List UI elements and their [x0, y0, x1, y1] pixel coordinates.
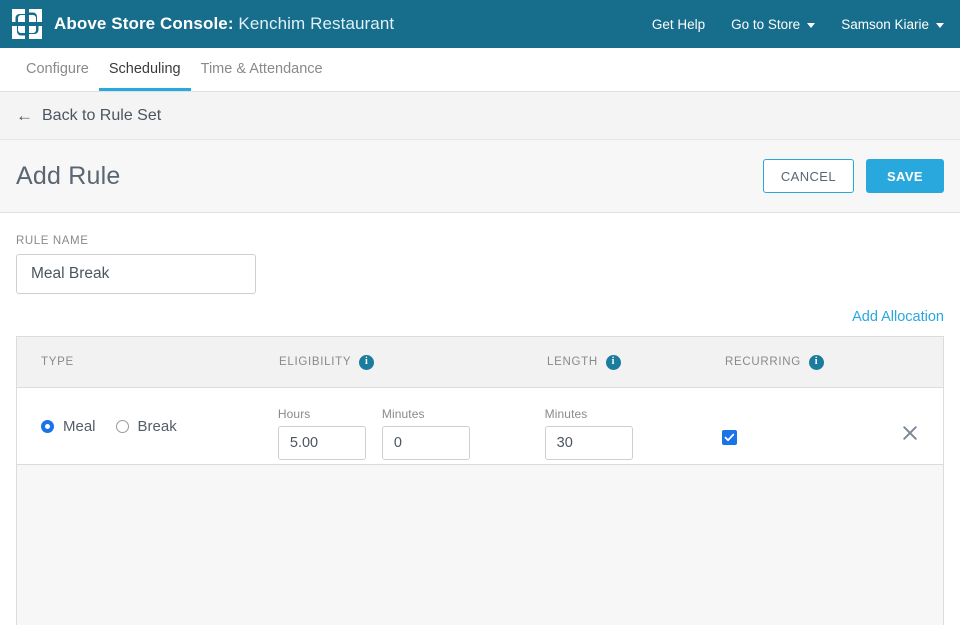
table-header-row: TYPE ELIGIBILITY i LENGTH i RECURRING i	[17, 337, 943, 388]
eligibility-minutes-field: Minutes	[381, 407, 470, 460]
radio-break-indicator[interactable]	[115, 419, 129, 433]
column-header-length: LENGTH i	[547, 354, 725, 370]
column-header-recurring-label: RECURRING	[725, 356, 801, 368]
eligibility-fields: Hours Minutes	[277, 388, 470, 460]
nav-get-help[interactable]: Get Help	[652, 17, 705, 32]
cell-delete	[901, 388, 943, 442]
info-icon[interactable]: i	[808, 354, 824, 370]
top-nav: Get Help Go to Store Samson Kiarie	[652, 17, 944, 32]
cancel-button[interactable]: CANCEL	[762, 159, 854, 193]
add-allocation-row: Add Allocation	[16, 294, 944, 336]
column-header-eligibility-label: ELIGIBILITY	[279, 356, 352, 368]
length-minutes-input[interactable]	[544, 426, 633, 460]
radio-option-break[interactable]: Break	[115, 417, 177, 435]
back-to-rule-set-label: Back to Rule Set	[42, 106, 162, 124]
recurring-checkbox[interactable]	[721, 430, 737, 445]
above-store-console-logo-icon	[10, 7, 44, 41]
nav-go-to-store-label: Go to Store	[731, 16, 801, 32]
table-empty-area	[16, 465, 944, 625]
column-header-length-label: LENGTH	[547, 356, 598, 368]
column-header-type-label: TYPE	[41, 356, 74, 368]
nav-user-menu-label: Samson Kiarie	[841, 16, 929, 32]
eligibility-hours-field: Hours	[277, 407, 366, 460]
tab-scheduling[interactable]: Scheduling	[98, 61, 191, 91]
eligibility-minutes-label: Minutes	[381, 407, 425, 421]
rule-name-input[interactable]	[16, 254, 256, 294]
rule-name-label: RULE NAME	[16, 235, 89, 247]
allocations-table: TYPE ELIGIBILITY i LENGTH i RECURRING i	[16, 336, 944, 465]
column-header-recurring: RECURRING i	[725, 354, 905, 370]
radio-option-meal-label: Meal	[63, 417, 96, 435]
chevron-down-icon	[807, 22, 816, 28]
column-header-type: TYPE	[17, 356, 279, 368]
app-title: Above Store Console: Kenchim Restaurant	[54, 14, 394, 34]
app-title-strong: Above Store Console:	[54, 14, 234, 33]
tab-configure[interactable]: Configure	[16, 61, 99, 92]
close-icon[interactable]	[901, 424, 919, 442]
radio-option-break-label: Break	[137, 417, 177, 435]
save-button[interactable]: SAVE	[866, 159, 944, 193]
back-to-rule-set-link[interactable]: ← Back to Rule Set	[16, 107, 161, 125]
main-content: RULE NAME Add Allocation TYPE ELIGIBILIT…	[0, 213, 960, 625]
length-fields: Minutes	[544, 388, 633, 460]
back-bar: ← Back to Rule Set	[0, 92, 960, 140]
tab-time-attendance[interactable]: Time & Attendance	[191, 61, 333, 92]
arrow-left-icon: ←	[16, 106, 33, 125]
chevron-down-icon	[936, 22, 944, 28]
page-header-actions: CANCEL SAVE	[762, 159, 944, 193]
nav-go-to-store[interactable]: Go to Store	[731, 16, 816, 32]
info-icon[interactable]: i	[359, 354, 375, 370]
cell-length: Minutes	[544, 388, 722, 460]
length-minutes-label: Minutes	[544, 407, 588, 421]
table-row: Meal Break Hours Minutes	[17, 388, 943, 465]
radio-option-meal[interactable]: Meal	[41, 418, 96, 435]
cell-eligibility: Hours Minutes	[277, 388, 545, 460]
type-radio-group: Meal Break	[41, 388, 177, 464]
nav-user-menu[interactable]: Samson Kiarie	[841, 17, 944, 32]
app-title-light: Kenchim Restaurant	[238, 14, 395, 33]
page-title: Add Rule	[16, 161, 121, 190]
eligibility-hours-input[interactable]	[277, 426, 366, 460]
top-bar: Above Store Console: Kenchim Restaurant …	[0, 0, 960, 48]
cell-recurring	[721, 388, 901, 445]
column-header-eligibility: ELIGIBILITY i	[279, 354, 547, 370]
radio-meal-indicator[interactable]	[41, 419, 54, 433]
add-allocation-link[interactable]: Add Allocation	[852, 309, 944, 325]
cell-type: Meal Break	[17, 388, 278, 464]
page-header: Add Rule CANCEL SAVE	[0, 140, 960, 213]
eligibility-minutes-input[interactable]	[381, 426, 470, 460]
eligibility-hours-label: Hours	[277, 407, 311, 421]
info-icon[interactable]: i	[605, 354, 621, 370]
length-minutes-field: Minutes	[544, 407, 633, 460]
nav-get-help-label: Get Help	[651, 16, 706, 32]
tab-bar: Configure Scheduling Time & Attendance	[0, 48, 960, 92]
